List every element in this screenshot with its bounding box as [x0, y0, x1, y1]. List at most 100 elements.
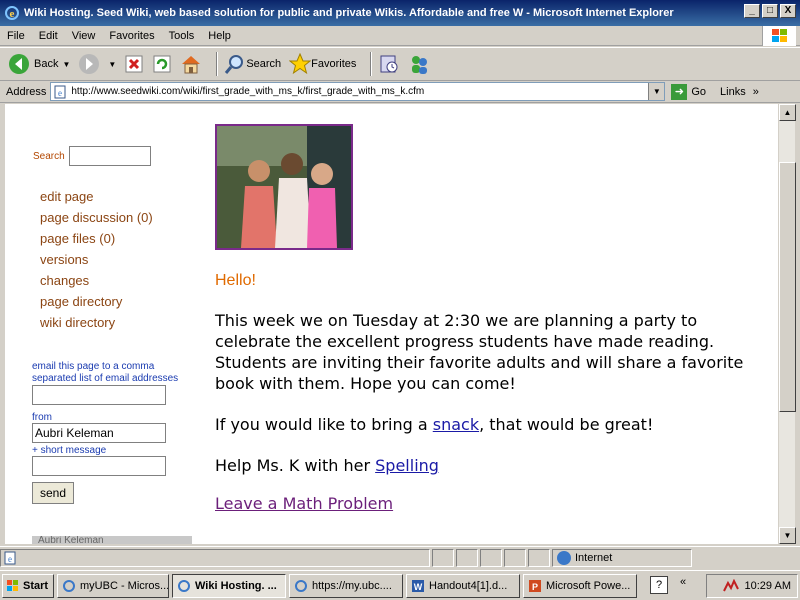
task-label: https://my.ubc.... [312, 579, 392, 592]
address-label: Address [6, 85, 47, 98]
back-arrow-icon [9, 54, 29, 74]
snack-text-before: If you would like to bring a [215, 415, 433, 434]
svg-text:e: e [58, 88, 62, 98]
menu-file[interactable]: File [0, 30, 32, 42]
from-input[interactable]: Aubri Keleman [32, 423, 166, 443]
page-content: Search edit page page discussion (0) pag… [5, 104, 778, 544]
refresh-button[interactable] [152, 54, 172, 74]
menu-tools[interactable]: Tools [162, 30, 202, 42]
nav-changes[interactable]: changes [40, 270, 153, 291]
toolbar: Back ▼ ▼ Search Favorites [0, 47, 800, 81]
task-powerpoint[interactable]: P Microsoft Powe... [523, 573, 637, 598]
messenger-icon [412, 56, 428, 74]
task-https-ubc[interactable]: https://my.ubc.... [289, 573, 403, 598]
internet-globe-icon [557, 550, 571, 565]
go-arrow-icon: ➜ [671, 83, 688, 100]
ie-task-icon [63, 579, 75, 592]
nav-wiki-directory[interactable]: wiki directory [40, 312, 153, 333]
search-button[interactable]: Search [224, 53, 281, 75]
forward-button[interactable]: ▼ [78, 53, 116, 75]
start-label: Start [23, 579, 49, 592]
scroll-down-icon[interactable]: ▼ [779, 527, 796, 544]
spelling-link[interactable]: Spelling [375, 456, 439, 475]
scroll-up-icon[interactable]: ▲ [779, 104, 796, 121]
forward-arrow-icon [79, 54, 100, 74]
svg-text:e: e [10, 8, 15, 20]
task-label: Handout4[1].d... [429, 579, 508, 592]
word-document-icon: W [412, 579, 424, 592]
announcement-paragraph: This week we on Tuesday at 2:30 we are p… [215, 311, 744, 393]
menu-edit[interactable]: Edit [32, 30, 65, 42]
send-button[interactable]: send [32, 482, 74, 504]
back-dropdown-icon[interactable]: ▼ [62, 60, 70, 69]
internet-explorer-icon: e [5, 6, 19, 20]
title-bar[interactable]: e Wiki Hosting. Seed Wiki, web based sol… [0, 0, 800, 26]
address-dropdown-icon[interactable]: ▼ [648, 83, 665, 100]
toolbar-separator [370, 52, 373, 76]
email-label: email this page to a comma separated lis… [32, 361, 179, 384]
email-page-form: email this page to a comma separated lis… [32, 361, 197, 504]
status-text-panel: e [0, 548, 430, 567]
windows-flag-icon [7, 579, 18, 591]
user-bar: Aubri Keleman [32, 536, 192, 544]
close-button[interactable]: X [780, 4, 796, 18]
favorites-button[interactable]: Favorites [289, 53, 356, 75]
tray-chevron-icon[interactable]: « [680, 576, 700, 594]
chevron-right-icon: » [752, 85, 759, 98]
maximize-button[interactable]: □ [762, 4, 778, 18]
nav-edit-page[interactable]: edit page [40, 186, 153, 207]
go-button[interactable]: ➜ Go [671, 83, 707, 100]
toolbar-separator [216, 52, 219, 76]
task-label: Wiki Hosting. ... [195, 579, 277, 592]
status-panel-blank [528, 548, 550, 567]
forward-dropdown-icon[interactable]: ▼ [108, 60, 116, 69]
stop-icon [125, 55, 143, 73]
refresh-icon [153, 55, 171, 73]
search-icon [225, 55, 244, 74]
security-zone: Internet [552, 548, 692, 567]
page-icon: e [54, 85, 66, 98]
math-problem-link[interactable]: Leave a Math Problem [215, 494, 765, 513]
minimize-button[interactable]: _ [744, 4, 760, 18]
window-title: Wiki Hosting. Seed Wiki, web based solut… [24, 7, 674, 19]
address-input[interactable]: e http://www.seedwiki.com/wiki/first_gra… [50, 82, 666, 101]
email-addresses-input[interactable] [32, 385, 166, 405]
vertical-scrollbar[interactable]: ▲ ▼ [778, 104, 796, 544]
home-button[interactable] [180, 54, 202, 74]
nav-page-files[interactable]: page files (0) [40, 228, 153, 249]
links-label: Links [720, 85, 746, 98]
task-label: Microsoft Powe... [546, 579, 631, 592]
snack-link[interactable]: snack [433, 415, 479, 434]
scroll-thumb[interactable] [779, 162, 796, 412]
start-button[interactable]: Start [2, 573, 54, 598]
svg-text:W: W [414, 582, 423, 592]
stop-button[interactable] [124, 54, 144, 74]
back-button[interactable]: Back ▼ [8, 53, 70, 75]
nav-page-discussion[interactable]: page discussion (0) [40, 207, 153, 228]
sidebar-nav: edit page page discussion (0) page files… [40, 186, 153, 333]
svg-text:e: e [8, 554, 12, 564]
messenger-button[interactable] [408, 53, 430, 75]
task-wiki-hosting[interactable]: Wiki Hosting. ... [172, 573, 286, 598]
clock: 10:29 AM [744, 580, 791, 592]
menu-help[interactable]: Help [201, 30, 238, 42]
task-handout[interactable]: W Handout4[1].d... [406, 573, 520, 598]
spelling-paragraph: Help Ms. K with her Spelling [215, 455, 760, 476]
menu-view[interactable]: View [65, 30, 103, 42]
status-panel-blank [456, 548, 478, 567]
nav-versions[interactable]: versions [40, 249, 153, 270]
main-content: Hello! This week we on Tuesday at 2:30 w… [215, 124, 765, 513]
nav-page-directory[interactable]: page directory [40, 291, 153, 312]
help-icon[interactable]: ? [650, 576, 668, 594]
history-button[interactable] [378, 53, 400, 75]
links-button[interactable]: Links » [720, 86, 759, 98]
short-message-input[interactable] [32, 456, 166, 476]
go-label: Go [691, 85, 707, 98]
tray-app-icon[interactable] [722, 579, 739, 593]
system-tray: 10:29 AM [706, 574, 798, 598]
menu-favorites[interactable]: Favorites [102, 30, 161, 42]
task-myubc[interactable]: myUBC - Micros... [57, 573, 169, 598]
short-message-label[interactable]: + short message [32, 445, 197, 456]
status-panel-blank [480, 548, 502, 567]
sidebar-search-input[interactable] [68, 146, 151, 166]
